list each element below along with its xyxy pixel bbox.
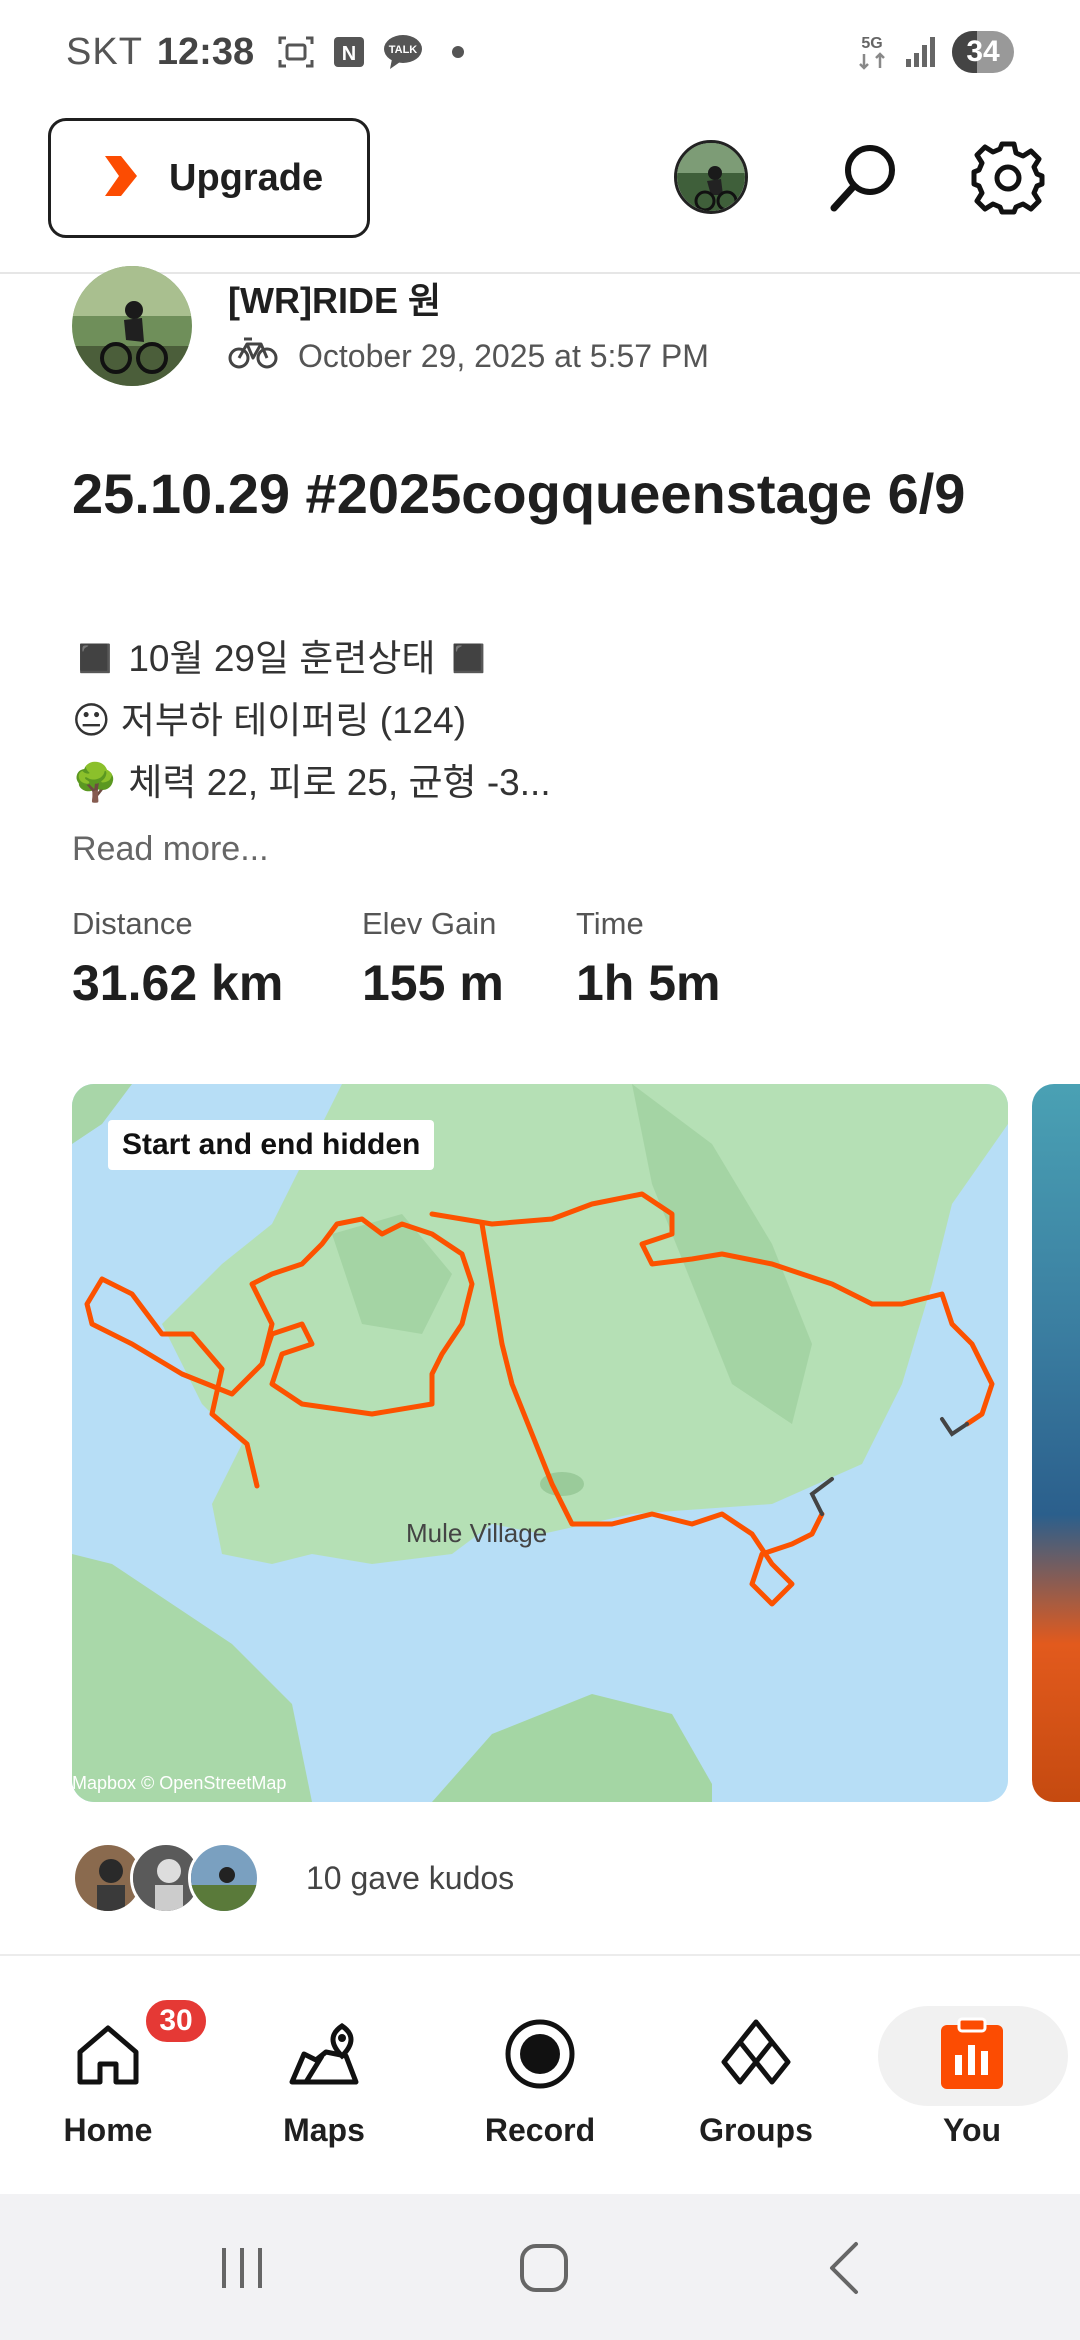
stat-value: 31.62 km <box>72 955 284 1011</box>
read-more-link[interactable]: Read more... <box>72 830 269 869</box>
record-icon <box>500 2014 580 2094</box>
nav-record[interactable]: Record <box>450 1956 630 2196</box>
profile-avatar[interactable] <box>674 140 748 214</box>
search-icon[interactable] <box>826 140 902 216</box>
map-attribution[interactable]: Mapbox © OpenStreetMap <box>72 1773 286 1794</box>
home-system-icon[interactable] <box>508 2232 580 2304</box>
naver-icon: N <box>332 35 366 69</box>
nav-home[interactable]: Home 30 <box>18 1956 210 2196</box>
battery-icon: 34 <box>952 31 1014 73</box>
maps-icon <box>284 2014 364 2094</box>
map-place-label: Mule Village <box>406 1518 548 1548</box>
app-header: Upgrade <box>0 104 1080 274</box>
svg-text:TALK: TALK <box>389 44 418 56</box>
description-line: 🌳 체력 22, 피로 25, 균형 -3... <box>72 762 551 803</box>
upgrade-button[interactable]: Upgrade <box>48 118 370 238</box>
nav-label: Home <box>63 2112 153 2148</box>
carrier-label: SKT <box>66 30 143 73</box>
talk-icon: TALK <box>382 33 424 71</box>
stat-label: Distance <box>72 906 193 941</box>
description-line: 😐 저부하 테이퍼링 (124) <box>72 700 467 741</box>
description-line: ◼️ 10월 29일 훈련상태 ◼️ <box>72 638 492 679</box>
nav-maps[interactable]: Maps <box>234 1956 414 2196</box>
activity-stats: Distance 31.62 km Elev Gain 155 m Time 1… <box>72 906 793 1012</box>
recent-apps-icon[interactable] <box>206 2232 278 2304</box>
stat-label: Elev Gain <box>362 906 497 941</box>
notification-badge: 30 <box>142 1996 210 2046</box>
nav-label: Record <box>484 2112 596 2148</box>
activity-timestamp: October 29, 2025 at 5:57 PM <box>298 337 709 374</box>
status-bar: SKT 12:38 N TALK 5G 34 <box>0 0 1080 104</box>
strava-chevron-icon <box>101 154 141 203</box>
activity-photo-preview[interactable] <box>1032 1084 1080 1802</box>
signal-icon <box>904 35 938 69</box>
home-icon <box>68 2014 148 2094</box>
nav-groups[interactable]: Groups <box>666 1956 846 2196</box>
screenshot-icon <box>276 32 316 72</box>
bike-icon <box>228 334 278 378</box>
stat-elev-gain: Elev Gain 155 m <box>362 906 504 1012</box>
nav-label: You <box>942 2112 1002 2148</box>
svg-text:5G: 5G <box>861 35 882 52</box>
stat-value: 1h 5m <box>576 955 721 1011</box>
avatar <box>188 1842 260 1914</box>
stat-value: 155 m <box>362 955 504 1011</box>
5g-icon: 5G <box>854 32 890 72</box>
stat-distance: Distance 31.62 km <box>72 906 290 1012</box>
clock: 12:38 <box>156 30 255 73</box>
map-privacy-badge: Start and end hidden <box>108 1120 435 1170</box>
kudos-row[interactable]: 10 gave kudos <box>72 1842 514 1914</box>
nav-label: Maps <box>283 2112 365 2148</box>
route-map[interactable]: Start and end hidden Mule Village Mapbox… <box>72 1084 1008 1802</box>
system-navigation-bar <box>0 2194 1080 2340</box>
athlete-avatar[interactable] <box>72 266 192 386</box>
bottom-navigation: Home 30 Maps Record Groups You <box>0 1954 1080 2194</box>
you-icon <box>932 2014 1012 2094</box>
dot-icon <box>452 46 465 58</box>
stat-label: Time <box>576 906 644 941</box>
svg-text:N: N <box>342 43 356 65</box>
nav-label: Groups <box>699 2112 813 2148</box>
upgrade-label: Upgrade <box>169 156 324 199</box>
athlete-name[interactable]: [WR]RIDE 원 <box>228 272 441 324</box>
kudos-avatars <box>72 1842 260 1914</box>
kudos-count[interactable]: 10 gave kudos <box>306 1860 514 1897</box>
activity-meta: October 29, 2025 at 5:57 PM <box>228 334 709 378</box>
groups-icon <box>716 2014 796 2094</box>
nav-you[interactable]: You <box>882 1956 1062 2196</box>
gear-icon[interactable] <box>970 140 1046 216</box>
back-icon[interactable] <box>810 2232 882 2304</box>
activity-title[interactable]: 25.10.29 #2025cogqueenstage 6/9 <box>72 458 1032 530</box>
stat-time: Time 1h 5m <box>576 906 721 1012</box>
